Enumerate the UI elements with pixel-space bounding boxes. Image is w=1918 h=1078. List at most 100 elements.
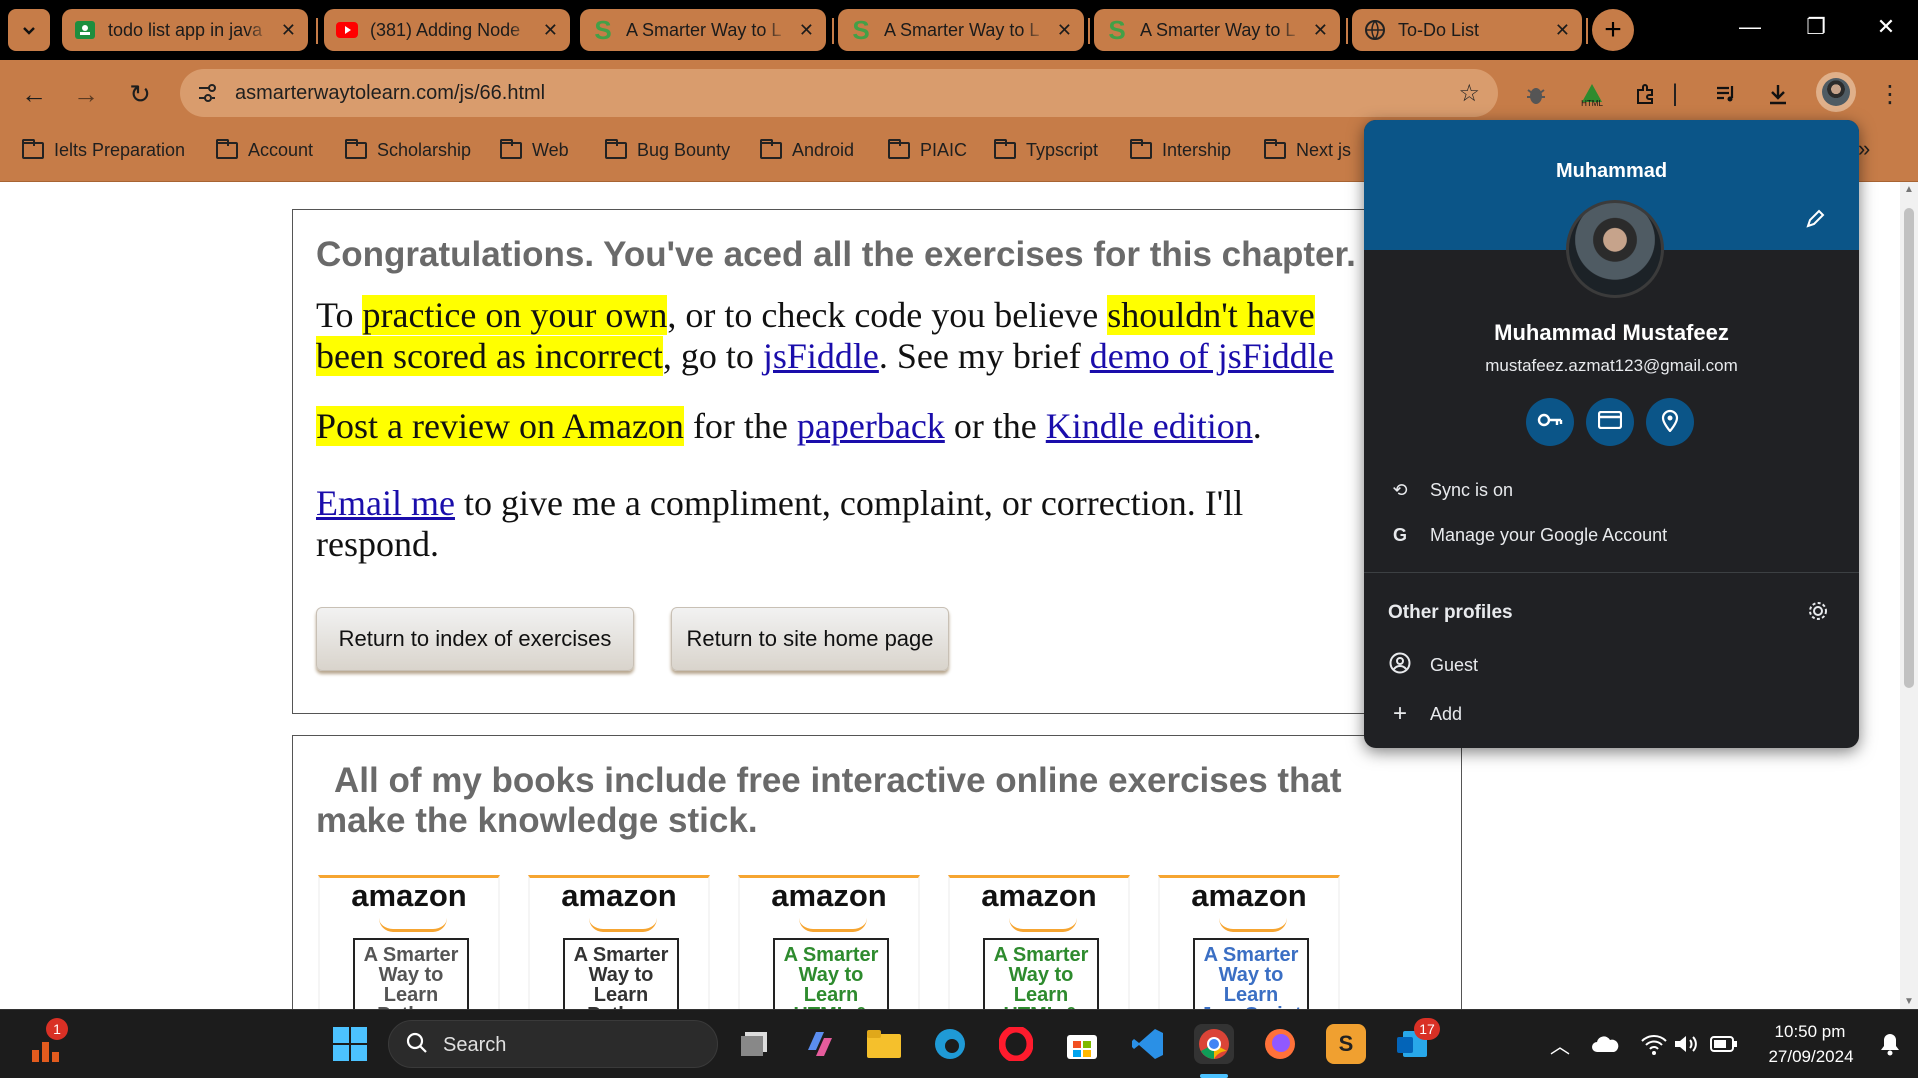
other-profiles-heading: Other profiles — [1388, 602, 1513, 623]
scroll-down-icon[interactable]: ▼ — [1904, 996, 1914, 1007]
scroll-up-icon[interactable]: ▲ — [1904, 184, 1914, 195]
return-index-button[interactable]: Return to index of exercises — [316, 607, 634, 671]
payment-methods-button[interactable] — [1586, 398, 1634, 446]
notifications-bell-icon[interactable] — [1870, 1024, 1910, 1064]
sync-status-item[interactable]: ⟲ Sync is on — [1388, 480, 1513, 501]
sublime-text-icon[interactable]: S — [1326, 1024, 1366, 1064]
firefox-icon[interactable] — [1260, 1024, 1300, 1064]
bookmark-scholarship[interactable]: Scholarship — [345, 139, 471, 161]
extension-bug-icon[interactable] — [1520, 78, 1552, 110]
copilot-icon[interactable] — [800, 1024, 840, 1064]
close-icon[interactable]: ✕ — [1057, 20, 1072, 41]
extension-html-icon[interactable]: HTML — [1576, 78, 1608, 110]
folder-icon — [1264, 139, 1286, 159]
close-icon[interactable]: ✕ — [1313, 20, 1328, 41]
globe-icon — [1364, 19, 1386, 41]
mail-badge: 17 — [1414, 1018, 1440, 1040]
reload-button[interactable]: ↻ — [124, 78, 156, 110]
address-bar[interactable]: asmarterwaytolearn.com/js/66.html ☆ — [180, 69, 1498, 117]
show-hidden-icons-chevron-icon[interactable]: ︿ — [1540, 1024, 1580, 1064]
book-card[interactable]: amazon A Smarter Way to Learn Python — [528, 875, 710, 1009]
close-window-button[interactable]: ✕ — [1866, 14, 1906, 40]
more-bookmarks-icon[interactable]: » — [1858, 136, 1870, 162]
book-card[interactable]: amazon A Smarter Way to Learn HTML & CSS — [948, 875, 1130, 1009]
extensions-puzzle-icon[interactable] — [1630, 78, 1662, 110]
plus-icon: + — [1392, 700, 1407, 727]
vscode-icon[interactable] — [1128, 1024, 1168, 1064]
media-controls-icon[interactable] — [1710, 78, 1742, 110]
close-icon[interactable]: ✕ — [799, 20, 814, 41]
clock-date[interactable]: 27/09/2024 — [1756, 1047, 1866, 1067]
url-text[interactable]: asmarterwaytolearn.com/js/66.html — [235, 82, 545, 105]
close-icon[interactable]: ✕ — [543, 20, 558, 41]
bookmark-web[interactable]: Web — [500, 139, 569, 161]
bookmark-next-js[interactable]: Next js — [1264, 139, 1351, 161]
arrow-right-icon: → — [73, 78, 99, 109]
scrollbar-thumb[interactable] — [1904, 208, 1914, 688]
amazon-logo: amazon — [1191, 878, 1307, 913]
books-heading: All of my books include free interactive… — [316, 761, 1342, 840]
tab-3[interactable]: S A Smarter Way to L ✕ — [838, 9, 1084, 51]
addresses-button[interactable] — [1646, 398, 1694, 446]
onedrive-cloud-icon[interactable] — [1586, 1024, 1626, 1064]
bookmark-label: Ielts Preparation — [54, 140, 186, 160]
back-button[interactable]: ← — [18, 78, 50, 110]
tab-0[interactable]: todo list app in java ✕ — [62, 9, 308, 51]
passwords-button[interactable] — [1526, 398, 1574, 446]
taskbar-search[interactable]: Search — [388, 1020, 718, 1068]
bookmark-piaic[interactable]: PIAIC — [888, 139, 967, 161]
guest-profile-item[interactable]: Guest — [1388, 652, 1478, 679]
tab-title: (381) Adding Node — [370, 19, 521, 40]
bookmark-typscript[interactable]: Typscript — [994, 139, 1098, 161]
minimize-button[interactable]: — — [1730, 14, 1770, 40]
bookmark-intership[interactable]: Intership — [1130, 139, 1231, 161]
book-card[interactable]: amazon A Smarter Way to Learn Python — [318, 875, 500, 1009]
close-icon[interactable]: ✕ — [1555, 20, 1570, 41]
sync-label: Sync is on — [1430, 480, 1514, 500]
restore-button[interactable]: ❐ — [1796, 14, 1836, 40]
amazon-logo: amazon — [981, 878, 1097, 913]
paperback-link[interactable]: paperback — [797, 406, 945, 446]
file-explorer-icon[interactable] — [864, 1024, 904, 1064]
page-scrollbar[interactable]: ▲ ▼ — [1900, 182, 1918, 1009]
profile-avatar-button[interactable] — [1816, 72, 1856, 112]
settings-gear-icon[interactable] — [1807, 600, 1829, 627]
edge-browser-icon[interactable] — [930, 1024, 970, 1064]
tab-5[interactable]: To-Do List ✕ — [1352, 9, 1582, 51]
battery-icon[interactable] — [1704, 1024, 1744, 1064]
demo-jsfiddle-link[interactable]: demo of jsFiddle — [1090, 336, 1334, 376]
bookmark-account[interactable]: Account — [216, 139, 313, 161]
site-info-icon[interactable] — [196, 82, 218, 109]
task-view-icon[interactable] — [735, 1024, 775, 1064]
clock-time[interactable]: 10:50 pm — [1760, 1022, 1860, 1042]
edit-pencil-icon[interactable] — [1804, 208, 1826, 235]
bookmark-bug-bounty[interactable]: Bug Bounty — [605, 139, 730, 161]
book-card[interactable]: amazon A Smarter Way to Learn HTML & CSS — [738, 875, 920, 1009]
bookmark-star-icon[interactable]: ☆ — [1458, 79, 1480, 108]
email-me-link[interactable]: Email me — [316, 483, 455, 523]
volume-icon[interactable] — [1666, 1024, 1706, 1064]
downloads-icon[interactable] — [1762, 78, 1794, 110]
bookmark-ielts[interactable]: Ielts Preparation — [22, 139, 186, 161]
windows-start-icon[interactable] — [330, 1024, 370, 1064]
jsfiddle-link[interactable]: jsFiddle — [763, 336, 879, 376]
opera-browser-icon[interactable] — [996, 1024, 1036, 1064]
chrome-icon[interactable] — [1194, 1024, 1234, 1064]
menu-kebab-icon[interactable]: ⋮ — [1874, 78, 1906, 110]
bookmark-android[interactable]: Android — [760, 139, 854, 161]
add-profile-item[interactable]: + Add — [1388, 700, 1462, 728]
manage-account-item[interactable]: G Manage your Google Account — [1388, 525, 1667, 546]
new-tab-button[interactable]: + — [1592, 9, 1634, 51]
return-home-button[interactable]: Return to site home page — [671, 607, 949, 671]
forward-button[interactable]: → — [70, 78, 102, 110]
close-icon[interactable]: ✕ — [281, 20, 296, 41]
folder-icon — [605, 139, 627, 159]
tab-title: A Smarter Way to L — [626, 19, 782, 40]
book-card[interactable]: amazon A Smarter Way to Learn JavaScript — [1158, 875, 1340, 1009]
microsoft-store-icon[interactable] — [1062, 1024, 1102, 1064]
tab-1[interactable]: (381) Adding Node ✕ — [324, 9, 570, 51]
tab-4[interactable]: S A Smarter Way to L ✕ — [1094, 9, 1340, 51]
tab-search-button[interactable] — [8, 9, 50, 51]
kindle-edition-link[interactable]: Kindle edition — [1046, 406, 1253, 446]
tab-2[interactable]: S A Smarter Way to L ✕ — [580, 9, 826, 51]
